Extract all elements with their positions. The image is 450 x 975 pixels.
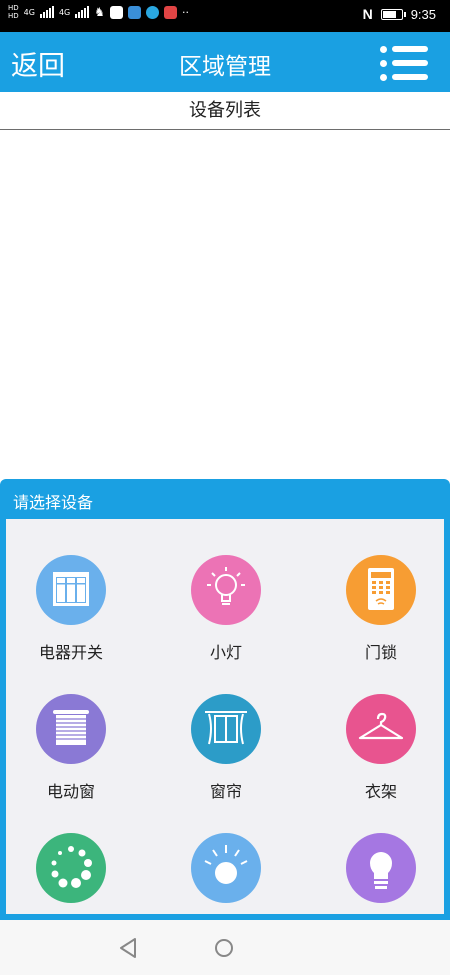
device-option-motorized-window[interactable]: 电动窗 — [6, 694, 141, 802]
network-label-1: 4G — [23, 7, 35, 17]
dots-ring-icon — [36, 833, 106, 903]
browser-notification-icon — [146, 5, 160, 19]
window-panel-icon — [36, 555, 106, 625]
clock: 9:35 — [410, 6, 436, 22]
device-option-door-lock[interactable]: 门锁 — [311, 555, 444, 663]
network-label-2: 4G — [58, 7, 71, 17]
battery-icon — [380, 8, 406, 20]
device-option-9[interactable] — [311, 833, 444, 914]
device-grid: 电器开关 小灯 门锁 电动窗 窗帘 衣架 — [6, 519, 444, 914]
device-label: 衣架 — [364, 782, 397, 801]
led-bulb-icon — [346, 833, 416, 903]
device-label: 窗帘 — [209, 782, 242, 801]
mail-notification-icon — [164, 5, 178, 19]
app-notification-icon — [110, 5, 124, 19]
list-menu-icon[interactable] — [380, 45, 428, 81]
signal-icon — [39, 6, 54, 18]
device-option-appliance-switch[interactable]: 电器开关 — [6, 555, 141, 663]
device-label: 小灯 — [209, 643, 242, 662]
more-notifications-indicator: ·· — [182, 5, 190, 19]
device-list — [0, 131, 450, 479]
light-bulb-icon — [191, 555, 261, 625]
device-option-8[interactable] — [156, 833, 296, 914]
device-option-clothes-rack[interactable]: 衣架 — [311, 694, 444, 802]
device-list-header: 设备列表 — [0, 92, 450, 130]
device-label: 电器开关 — [38, 643, 103, 662]
nfc-icon: N — [362, 6, 373, 22]
status-icons-right: N 9:35 — [363, 6, 436, 22]
hd-label-1: HD — [8, 4, 19, 12]
door-lock-icon — [346, 555, 416, 625]
roller-blind-icon — [36, 694, 106, 764]
qq-icon: ♞ — [94, 5, 106, 19]
system-nav-bar — [0, 920, 450, 975]
device-option-curtain[interactable]: 窗帘 — [156, 694, 296, 802]
device-label: 门锁 — [364, 643, 397, 662]
device-picker-sheet: 请选择设备 电器开关 小灯 门锁 电动窗 窗帘 衣架 — [0, 479, 450, 920]
circle-home-icon[interactable] — [215, 939, 233, 957]
status-bar: HD HD 4G 4G ♞ ·· N 9:35 — [0, 0, 450, 32]
signal-icon-2 — [75, 6, 90, 18]
device-option-7[interactable] — [6, 833, 141, 914]
status-icons-left: HD HD 4G 4G ♞ ·· — [8, 4, 189, 20]
app-header: 返回 区域管理 — [0, 32, 450, 92]
device-label: 电动窗 — [46, 782, 95, 801]
hd-indicator: HD HD — [8, 4, 19, 20]
device-picker-title: 请选择设备 — [13, 493, 94, 512]
device-option-small-light[interactable]: 小灯 — [156, 555, 296, 663]
sun-light-icon — [191, 833, 261, 903]
message-notification-icon — [128, 5, 142, 19]
clothes-hanger-icon — [346, 694, 416, 764]
hd-label-2: HD — [8, 12, 19, 20]
triangle-back-icon[interactable] — [118, 937, 138, 959]
curtain-icon — [191, 694, 261, 764]
